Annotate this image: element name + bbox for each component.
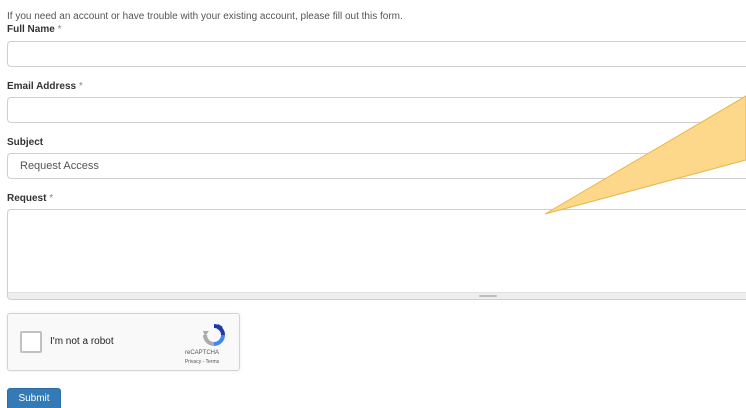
email-label: Email Address * — [7, 81, 83, 92]
recaptcha-logo-icon — [203, 324, 225, 346]
submit-button[interactable]: Submit — [7, 388, 61, 408]
full-name-input[interactable] — [7, 41, 746, 67]
full-name-label-text: Full Name — [7, 24, 55, 35]
account-request-form: If you need an account or have trouble w… — [0, 0, 746, 408]
intro-text: If you need an account or have trouble w… — [7, 11, 403, 22]
full-name-required-mark: * — [57, 24, 62, 35]
recaptcha-privacy-terms-links[interactable]: Privacy - Terms — [168, 359, 236, 365]
email-label-text: Email Address — [7, 81, 77, 92]
subject-selected-value: Request Access — [20, 160, 99, 172]
textarea-resize-bar[interactable] — [8, 292, 746, 299]
subject-label: Subject — [7, 137, 43, 148]
recaptcha-label: I'm not a robot — [50, 336, 114, 347]
recaptcha-widget: I'm not a robot reCAPTCHA Privacy - Term… — [7, 313, 240, 371]
request-textarea[interactable] — [8, 210, 746, 293]
request-required-mark: * — [49, 193, 54, 204]
email-input[interactable] — [7, 97, 746, 123]
recaptcha-brand: reCAPTCHA — [184, 350, 219, 356]
request-label: Request * — [7, 193, 53, 204]
resize-grip-icon[interactable] — [479, 295, 497, 297]
email-required-mark: * — [78, 81, 83, 92]
request-textarea-wrapper — [7, 209, 746, 300]
subject-select[interactable]: Request Access — [7, 153, 746, 179]
recaptcha-checkbox[interactable] — [20, 331, 42, 353]
subject-label-text: Subject — [7, 137, 44, 148]
request-label-text: Request — [7, 193, 47, 204]
full-name-label: Full Name * — [7, 24, 61, 35]
